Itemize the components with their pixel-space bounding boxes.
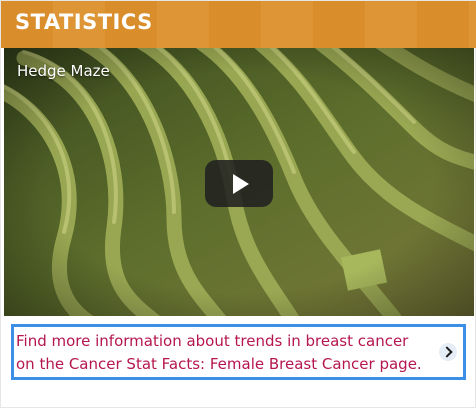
play-button[interactable]	[205, 160, 273, 207]
info-link-text: Find more information about trends in br…	[16, 332, 422, 373]
play-icon	[233, 174, 249, 194]
section-header: STATISTICS	[1, 1, 476, 48]
video-player[interactable]: Hedge Maze	[4, 48, 474, 316]
breast-cancer-stat-facts-link[interactable]: Find more information about trends in br…	[11, 324, 466, 380]
video-title: Hedge Maze	[17, 62, 110, 80]
statistics-widget: STATISTICS Hedge Maze Find more informat…	[0, 0, 476, 408]
chevron-right-icon	[439, 343, 457, 361]
section-title: STATISTICS	[15, 10, 153, 34]
